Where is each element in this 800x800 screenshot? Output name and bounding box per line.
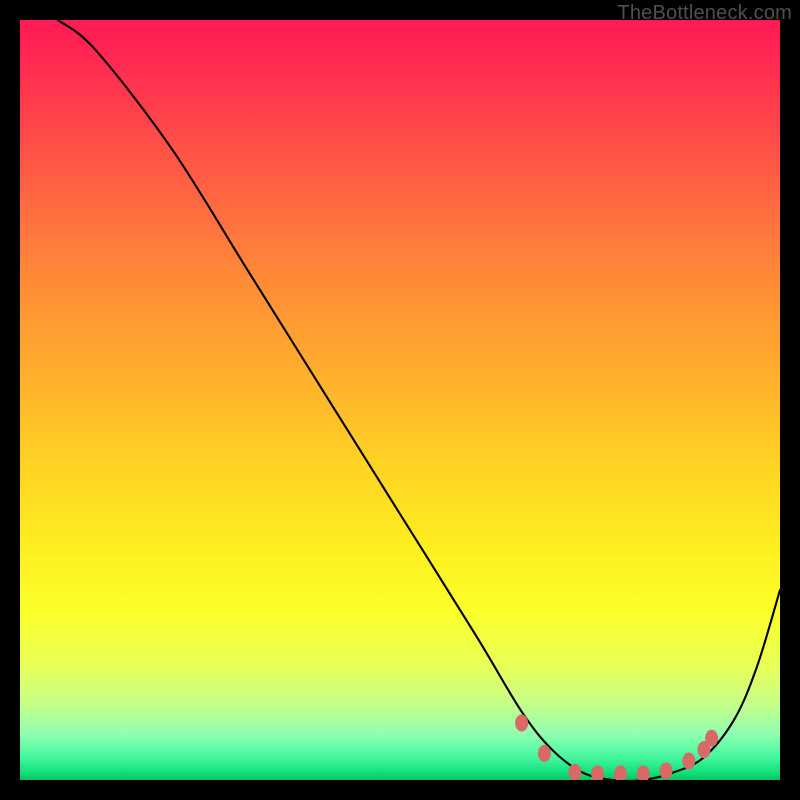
marker-dot xyxy=(614,765,627,780)
highlight-markers xyxy=(515,715,718,781)
chart-svg xyxy=(20,20,780,780)
marker-dot xyxy=(637,765,650,780)
marker-dot xyxy=(538,745,551,762)
plot-area xyxy=(20,20,780,780)
chart-container: TheBottleneck.com xyxy=(0,0,800,800)
marker-dot xyxy=(660,762,673,779)
marker-dot xyxy=(682,753,695,770)
bottleneck-curve-line xyxy=(58,20,780,780)
marker-dot xyxy=(705,730,718,747)
marker-dot xyxy=(591,765,604,780)
marker-dot xyxy=(515,715,528,732)
